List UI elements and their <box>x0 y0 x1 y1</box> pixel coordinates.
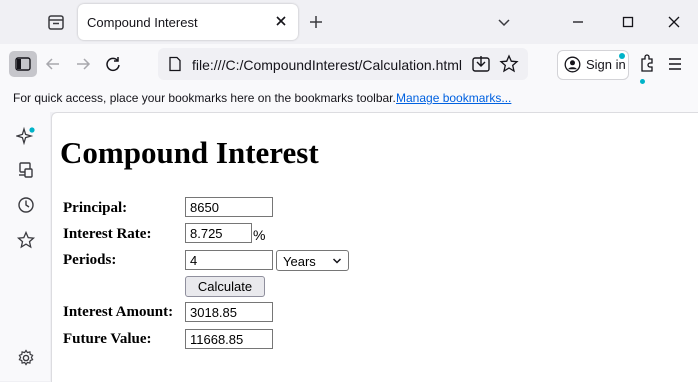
back-icon[interactable] <box>42 53 64 75</box>
sidebar <box>0 112 50 381</box>
list-all-tabs-icon[interactable] <box>494 12 514 32</box>
account-icon <box>564 56 581 73</box>
bookmark-star-icon[interactable] <box>498 53 520 75</box>
close-tab-icon[interactable] <box>273 13 289 29</box>
maximize-icon[interactable] <box>616 10 640 34</box>
sidebar-toggle-button[interactable] <box>9 51 37 77</box>
interest-rate-input[interactable]: 8.725 <box>185 223 252 243</box>
percent-unit: % <box>253 227 266 243</box>
principal-input[interactable]: 8650 <box>185 197 273 217</box>
future-value-label: Future Value: <box>63 331 152 347</box>
period-unit-select[interactable]: Years <box>276 250 349 271</box>
sign-in-label: Sign in <box>586 57 626 72</box>
tab-title: Compound Interest <box>87 15 198 30</box>
period-unit-value: Years <box>283 254 316 269</box>
history-icon[interactable] <box>16 195 36 215</box>
new-tab-icon[interactable] <box>306 12 326 32</box>
sign-in-button[interactable]: Sign in <box>557 50 629 80</box>
notification-dot <box>619 53 625 59</box>
page-icon <box>169 56 181 72</box>
bookmarks-hint: For quick access, place your bookmarks h… <box>13 91 396 105</box>
forward-icon[interactable] <box>72 53 94 75</box>
manage-bookmarks-link[interactable]: Manage bookmarks... <box>396 91 511 105</box>
page-title: Compound Interest <box>60 135 319 170</box>
save-to-pocket-icon[interactable] <box>470 53 492 75</box>
tab-strip: Compound Interest <box>0 0 698 44</box>
principal-label: Principal: <box>63 200 128 216</box>
navigation-toolbar: file:///C:/CompoundInterest/Calculation.… <box>0 44 698 84</box>
firefox-view-icon[interactable] <box>46 12 66 32</box>
minimize-icon[interactable] <box>566 10 590 34</box>
active-tab[interactable]: Compound Interest <box>78 4 298 40</box>
interest-rate-label: Interest Rate: <box>63 226 152 242</box>
url-text: file:///C:/CompoundInterest/Calculation.… <box>192 57 463 73</box>
reload-icon[interactable] <box>102 53 124 75</box>
ai-chatbot-icon[interactable] <box>16 126 36 146</box>
future-value-output[interactable]: 11668.85 <box>185 329 273 349</box>
interest-amount-label: Interest Amount: <box>63 304 174 320</box>
customize-sidebar-gear-icon[interactable] <box>16 348 36 368</box>
hamburger-menu-icon[interactable] <box>664 53 686 75</box>
interest-amount-output[interactable]: 3018.85 <box>185 302 273 322</box>
close-window-icon[interactable] <box>662 10 686 34</box>
calculate-button[interactable]: Calculate <box>185 276 265 297</box>
bookmarks-icon[interactable] <box>16 230 36 250</box>
periods-label: Periods: <box>63 252 117 268</box>
synced-tabs-icon[interactable] <box>16 160 36 180</box>
chevron-down-icon <box>332 258 342 264</box>
bookmarks-toolbar: For quick access, place your bookmarks h… <box>0 84 698 112</box>
page-content: Compound Interest Principal: 8650 Intere… <box>51 112 698 382</box>
periods-input[interactable]: 4 <box>185 250 273 270</box>
extensions-icon[interactable] <box>636 53 658 75</box>
sidebar-icon <box>15 57 31 71</box>
